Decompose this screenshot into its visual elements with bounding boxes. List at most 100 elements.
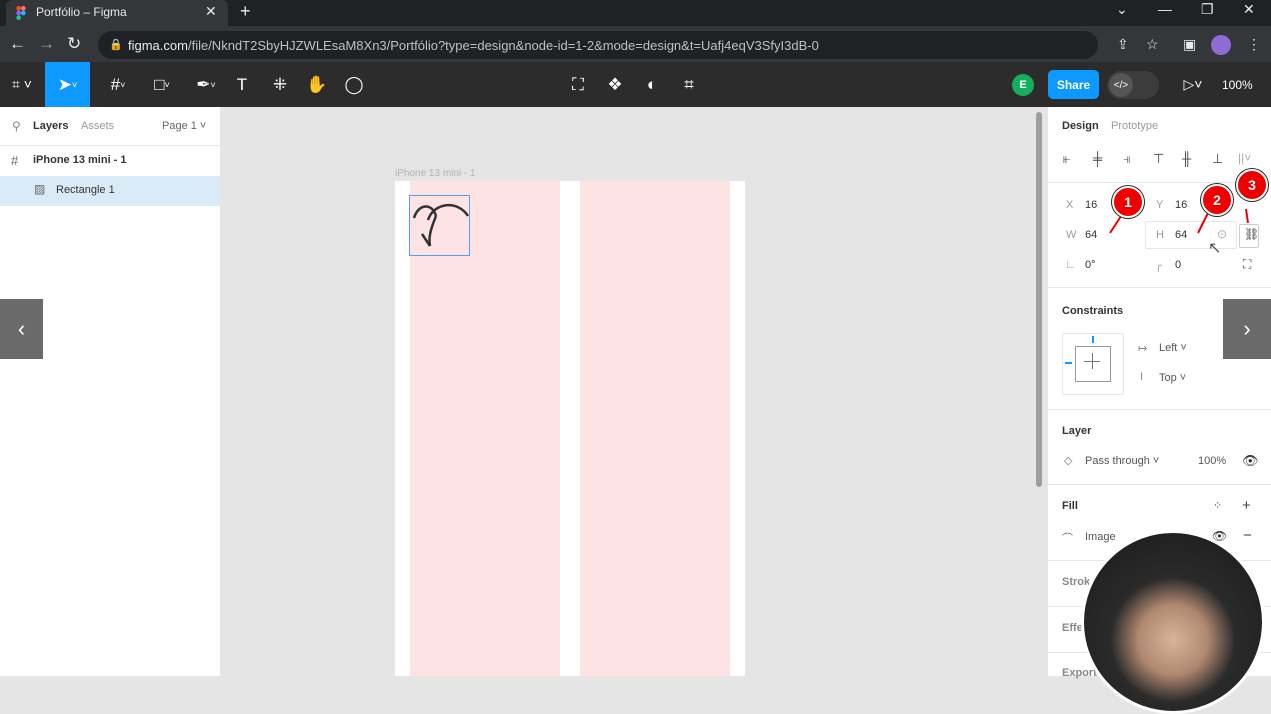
horizontal-constraint-select[interactable]: Left ˅	[1159, 342, 1187, 354]
annotation-badge-3: 3	[1236, 169, 1268, 201]
text-tool-icon[interactable]: T	[224, 62, 260, 107]
mask-icon[interactable]: ◐	[634, 62, 670, 107]
prev-slide-button[interactable]: ‹	[0, 299, 43, 359]
lock-icon[interactable]: 🔒	[109, 38, 123, 51]
frame-icon: #	[11, 153, 19, 168]
vertical-constraint-icon: I	[1140, 371, 1144, 383]
opacity-input[interactable]: 100%	[1198, 455, 1226, 467]
profile-avatar[interactable]	[1211, 35, 1231, 55]
layout-column	[580, 181, 730, 676]
tab-close-icon[interactable]: ✕	[205, 3, 217, 20]
divider	[1047, 409, 1271, 410]
hand-tool-icon[interactable]: ✋	[299, 62, 335, 107]
minimize-icon[interactable]: —	[1158, 1, 1172, 17]
code-icon: </>	[1109, 73, 1133, 97]
constraint-v-value: Top	[1159, 372, 1177, 384]
new-tab-button[interactable]: +	[240, 1, 251, 22]
distribute-icon[interactable]: ||˅	[1238, 151, 1251, 165]
search-icon[interactable]: ⚲	[12, 119, 21, 133]
component-frame-icon[interactable]: ⛶	[560, 62, 596, 107]
corner-radius-icon: ╭	[1155, 260, 1162, 272]
restore-icon[interactable]: ❐	[1201, 1, 1214, 18]
vertical-constraint-select[interactable]: Top ˅	[1159, 372, 1186, 384]
stroke-title: Strok	[1062, 576, 1091, 588]
bookmark-star-icon[interactable]: ☆	[1146, 36, 1159, 53]
tab-prototype[interactable]: Prototype	[1111, 120, 1158, 132]
tab-title: Portfólio – Figma	[36, 5, 127, 19]
comment-tool-icon[interactable]: ◯	[336, 62, 372, 107]
tab-search-icon[interactable]: ⌄	[1116, 1, 1128, 18]
fill-image-thumbnail-icon[interactable]: ⌒	[1062, 530, 1073, 546]
align-center-icon[interactable]: ╪	[1093, 151, 1102, 166]
align-left-icon[interactable]: ⫦	[1063, 151, 1070, 167]
user-avatar[interactable]: E	[1012, 74, 1034, 96]
align-middle-icon[interactable]: ╫	[1182, 151, 1191, 166]
constraints-title: Constraints	[1062, 305, 1124, 317]
tab-design[interactable]: Design	[1062, 120, 1099, 132]
resources-icon[interactable]: ⁜	[262, 62, 298, 107]
independent-corners-icon[interactable]: ⛶	[1243, 257, 1251, 272]
sidepanel-icon[interactable]: ▣	[1183, 36, 1196, 53]
annotation-badge-2: 2	[1201, 184, 1233, 216]
shape-tool-icon[interactable]: □ ˅	[142, 62, 182, 107]
add-fill-icon[interactable]: +	[1242, 497, 1251, 514]
annotation-badge-1: 1	[1112, 186, 1144, 218]
back-icon[interactable]: ←	[9, 34, 26, 54]
remove-fill-icon[interactable]: −	[1243, 527, 1252, 544]
export-title: Export	[1062, 667, 1097, 679]
fill-title: Fill	[1062, 500, 1078, 512]
tab-assets[interactable]: Assets	[81, 120, 114, 132]
selected-image-rectangle[interactable]	[409, 195, 470, 256]
page-name: Page 1	[162, 120, 197, 132]
align-bottom-icon[interactable]: ⊥	[1212, 151, 1223, 167]
align-top-icon[interactable]: ⊤	[1153, 151, 1164, 167]
forward-icon[interactable]: →	[38, 34, 55, 54]
present-icon[interactable]: ▷˅	[1175, 62, 1211, 107]
frame-label[interactable]: iPhone 13 mini - 1	[395, 168, 476, 179]
pen-tool-icon[interactable]: ✒ ˅	[186, 62, 226, 107]
rotation-icon: ∟	[1065, 259, 1076, 271]
next-slide-button[interactable]: ›	[1223, 299, 1271, 359]
blend-mode-value: Pass through	[1085, 455, 1150, 467]
fill-type-label[interactable]: Image	[1085, 531, 1116, 543]
constraint-h-value: Left	[1159, 342, 1178, 354]
frame-tool-icon[interactable]: # ˅	[98, 62, 138, 107]
canvas-scrollbar[interactable]	[1036, 112, 1042, 487]
horizontal-constraint-icon: ↦	[1138, 343, 1148, 355]
figma-logo-icon	[16, 6, 26, 20]
close-window-icon[interactable]: ✕	[1243, 1, 1255, 18]
share-page-icon[interactable]: ⇪	[1117, 36, 1129, 53]
image-icon: ▨	[34, 182, 46, 196]
x-label: X	[1066, 199, 1074, 211]
page-selector[interactable]: Page 1 ˅	[162, 120, 206, 132]
move-tool-icon[interactable]: ➤ ˅	[45, 62, 90, 107]
constraints-widget[interactable]	[1062, 333, 1124, 395]
layer-name: Rectangle 1	[56, 184, 115, 196]
w-label: W	[1066, 229, 1077, 241]
divider	[1047, 484, 1271, 485]
blend-mode-select[interactable]: Pass through ˅	[1085, 455, 1159, 467]
image-sketch-icon	[412, 204, 470, 247]
url-text[interactable]: figma.com/file/NkndT2SbyHJZWLEsaM8Xn3/Po…	[128, 38, 819, 53]
layer-title: Layer	[1062, 425, 1092, 437]
layer-name: iPhone 13 mini - 1	[33, 154, 127, 166]
blend-mode-icon: ◇	[1064, 455, 1073, 467]
styles-icon[interactable]: ⁘	[1213, 499, 1222, 512]
divider	[1047, 287, 1271, 288]
component-icon[interactable]: ❖	[597, 62, 633, 107]
eye-icon[interactable]: 👁	[1242, 453, 1259, 469]
reload-icon[interactable]: ↻	[67, 34, 81, 54]
tab-layers[interactable]: Layers	[33, 120, 68, 132]
url-domain: figma.com	[128, 38, 188, 53]
corner-radius-input[interactable]: 0	[1175, 259, 1181, 271]
chrome-menu-icon[interactable]: ⋮	[1247, 36, 1261, 53]
share-button[interactable]: Share	[1048, 70, 1099, 99]
url-path: /file/NkndT2SbyHJZWLEsaM8Xn3/Portfólio?t…	[187, 38, 819, 53]
main-menu-icon[interactable]: ⌗ ˅	[4, 62, 40, 107]
align-right-icon[interactable]: ⫣	[1123, 151, 1131, 167]
rotation-input[interactable]: 0°	[1085, 259, 1096, 271]
effects-title: Effe	[1062, 622, 1083, 634]
crop-icon[interactable]: ⌗	[671, 62, 707, 107]
webcam-overlay	[1081, 530, 1265, 714]
zoom-level[interactable]: 100%	[1222, 78, 1253, 92]
